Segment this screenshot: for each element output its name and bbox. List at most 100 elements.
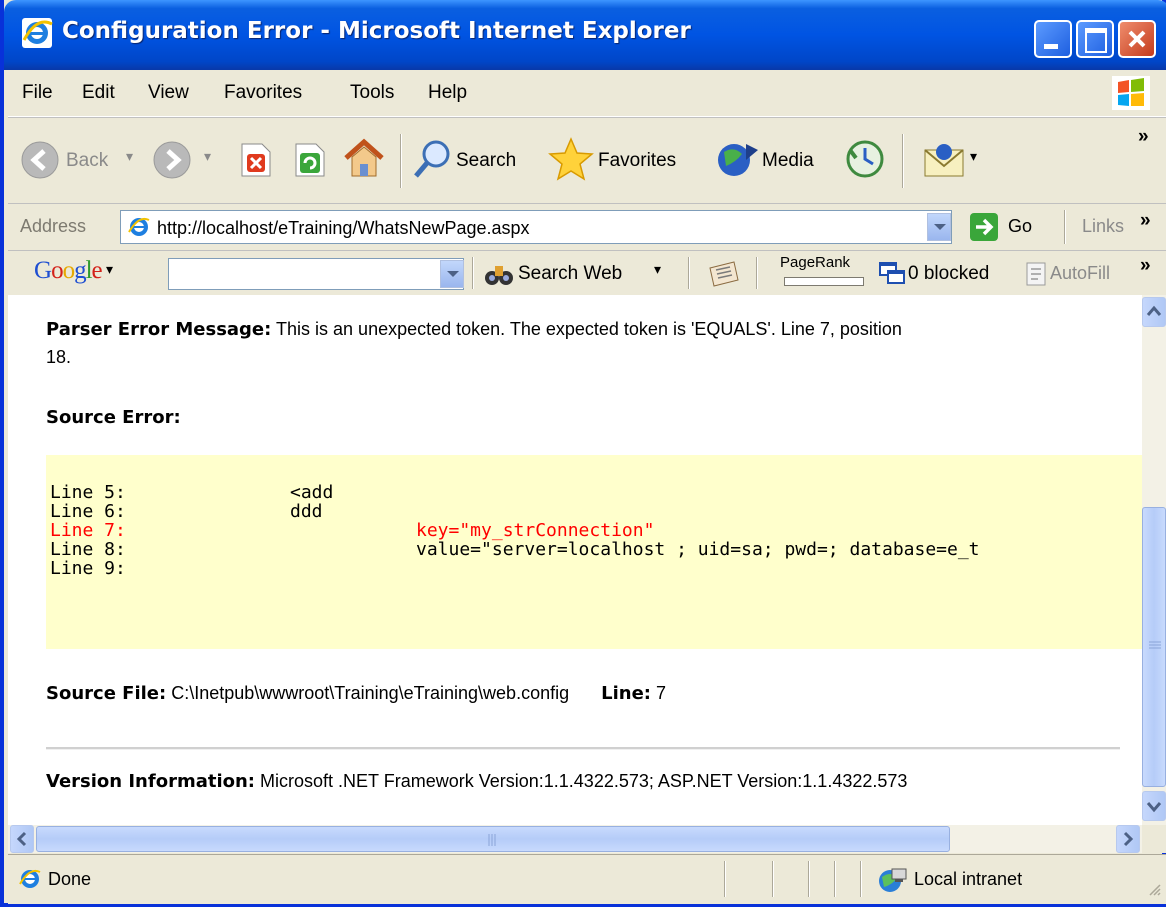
search-web-dropdown-icon[interactable]: ▾: [654, 261, 661, 278]
back-arrow-icon[interactable]: [20, 140, 60, 180]
mail-icon[interactable]: [922, 140, 966, 180]
status-separator: [834, 861, 836, 897]
code-line-number-error: Line 7:: [50, 520, 126, 541]
local-intranet-icon[interactable]: [876, 865, 908, 893]
browser-window: Configuration Error - Microsoft Internet…: [0, 0, 1166, 907]
go-button-label[interactable]: Go: [1008, 216, 1032, 237]
page-done-icon: [19, 869, 41, 888]
media-button-label[interactable]: Media: [762, 150, 814, 172]
scroll-down-button[interactable]: [1142, 791, 1166, 821]
autofill-label[interactable]: AutoFill: [1050, 263, 1110, 284]
forward-arrow-icon[interactable]: [152, 140, 192, 180]
home-icon[interactable]: [342, 136, 386, 180]
vertical-scrollbar[interactable]: [1142, 295, 1166, 825]
address-dropdown-button[interactable]: [927, 213, 951, 241]
horizontal-scroll-thumb[interactable]: [36, 826, 950, 852]
news-icon[interactable]: [706, 258, 742, 290]
menu-help[interactable]: Help: [428, 82, 467, 104]
pagerank-label[interactable]: PageRank: [780, 254, 850, 271]
autofill-icon[interactable]: [1024, 261, 1048, 287]
favorites-button-label[interactable]: Favorites: [598, 150, 676, 172]
scroll-right-button[interactable]: [1116, 825, 1140, 853]
history-icon[interactable]: [844, 138, 886, 180]
status-separator: [808, 861, 810, 897]
source-file-label: Source File:: [46, 683, 167, 704]
code-line-number: Line 5:: [50, 482, 126, 503]
source-code-box: Line 5: <add Line 6: ddd Line 7: key="my…: [46, 455, 1142, 649]
grip-icon: [1149, 641, 1161, 649]
menu-view[interactable]: View: [148, 82, 189, 104]
source-file-row: Source File: C:\Inetpub\wwwroot\Training…: [46, 683, 666, 704]
favorites-star-icon[interactable]: [548, 136, 594, 182]
minimize-button[interactable]: [1034, 20, 1072, 58]
arrow-down-icon: [1146, 802, 1162, 813]
version-info-value: Microsoft .NET Framework Version:1.1.432…: [260, 771, 908, 791]
menu-file[interactable]: File: [22, 82, 53, 104]
search-magnifier-icon[interactable]: [412, 138, 454, 180]
scroll-up-button[interactable]: [1142, 297, 1166, 327]
grip-icon: [488, 834, 496, 846]
toolbar-separator: [902, 134, 904, 188]
google-logo-g: G: [34, 257, 52, 284]
code-line-text: <add: [290, 482, 334, 503]
google-menu-dropdown-icon[interactable]: ▾: [106, 261, 113, 278]
google-separator: [688, 257, 690, 289]
go-arrow-icon[interactable]: [970, 213, 998, 241]
line-value: 7: [656, 683, 667, 703]
binoculars-icon: [485, 266, 513, 285]
toolbar-overflow-icon[interactable]: »: [1138, 126, 1149, 148]
refresh-icon[interactable]: [292, 142, 326, 178]
google-search-input[interactable]: [168, 258, 464, 290]
search-button-label[interactable]: Search: [456, 150, 516, 172]
address-field[interactable]: http://localhost/eTraining/WhatsNewPage.…: [120, 210, 952, 244]
vertical-scroll-thumb[interactable]: [1142, 507, 1166, 787]
search-web-button-label[interactable]: Search Web: [518, 263, 622, 285]
blocked-count-label[interactable]: 0 blocked: [908, 263, 989, 285]
stop-icon[interactable]: [238, 142, 272, 178]
close-button[interactable]: [1118, 20, 1156, 58]
media-icon[interactable]: [716, 138, 760, 180]
source-error-label: Source Error:: [46, 407, 181, 428]
google-separator: [756, 257, 758, 289]
google-logo-e: e: [91, 257, 103, 284]
menu-edit[interactable]: Edit: [82, 82, 115, 104]
address-bar: Address http://localhost/eTraining/Whats…: [8, 203, 1166, 251]
divider: [46, 747, 1120, 750]
maximize-button[interactable]: [1076, 20, 1114, 58]
scroll-left-button[interactable]: [10, 825, 34, 853]
page-content: Parser Error Message: This is an unexpec…: [8, 295, 1142, 825]
parser-error-message: This is an unexpected token. The expecte…: [276, 319, 902, 339]
horizontal-scrollbar[interactable]: [8, 825, 1142, 853]
code-line-number: Line 6:: [50, 501, 126, 522]
code-line-text: value="server=localhost ; uid=sa; pwd=; …: [416, 539, 980, 560]
google-logo-g2: g: [74, 257, 86, 284]
forward-dropdown-icon[interactable]: ▾: [204, 148, 211, 165]
google-search-dropdown-button[interactable]: [440, 260, 464, 288]
arrow-up-icon: [1146, 305, 1162, 316]
back-dropdown-icon[interactable]: ▾: [126, 148, 133, 165]
status-separator: [860, 861, 862, 897]
ie-logo-icon: [22, 18, 53, 48]
code-line-number: Line 9:: [50, 558, 126, 579]
back-button-label[interactable]: Back: [66, 150, 108, 172]
menu-tools[interactable]: Tools: [350, 82, 394, 104]
windows-logo-icon: [1112, 76, 1150, 110]
pagerank-bar: [784, 277, 864, 286]
google-logo[interactable]: Google: [34, 257, 103, 285]
links-overflow-icon[interactable]: »: [1140, 210, 1151, 232]
google-separator: [472, 257, 474, 289]
mail-dropdown-icon[interactable]: ▾: [970, 148, 977, 165]
resize-grip-icon[interactable]: [1148, 883, 1162, 897]
google-toolbar: Google ▾ Search Web ▾ PageRank 0 blocked…: [8, 250, 1166, 296]
security-zone-label: Local intranet: [914, 869, 1023, 889]
scrollbar-corner: [1142, 825, 1166, 853]
version-info-label: Version Information:: [46, 771, 256, 792]
code-line-text-error: key="my_strConnection": [416, 520, 655, 541]
code-line-text: ddd: [290, 501, 323, 522]
title-bar[interactable]: Configuration Error - Microsoft Internet…: [4, 0, 1166, 70]
links-label[interactable]: Links: [1082, 216, 1124, 237]
address-url: http://localhost/eTraining/WhatsNewPage.…: [157, 218, 530, 238]
menu-favorites[interactable]: Favorites: [224, 82, 302, 104]
popup-blocker-icon[interactable]: [878, 261, 906, 287]
google-overflow-icon[interactable]: »: [1140, 255, 1151, 277]
